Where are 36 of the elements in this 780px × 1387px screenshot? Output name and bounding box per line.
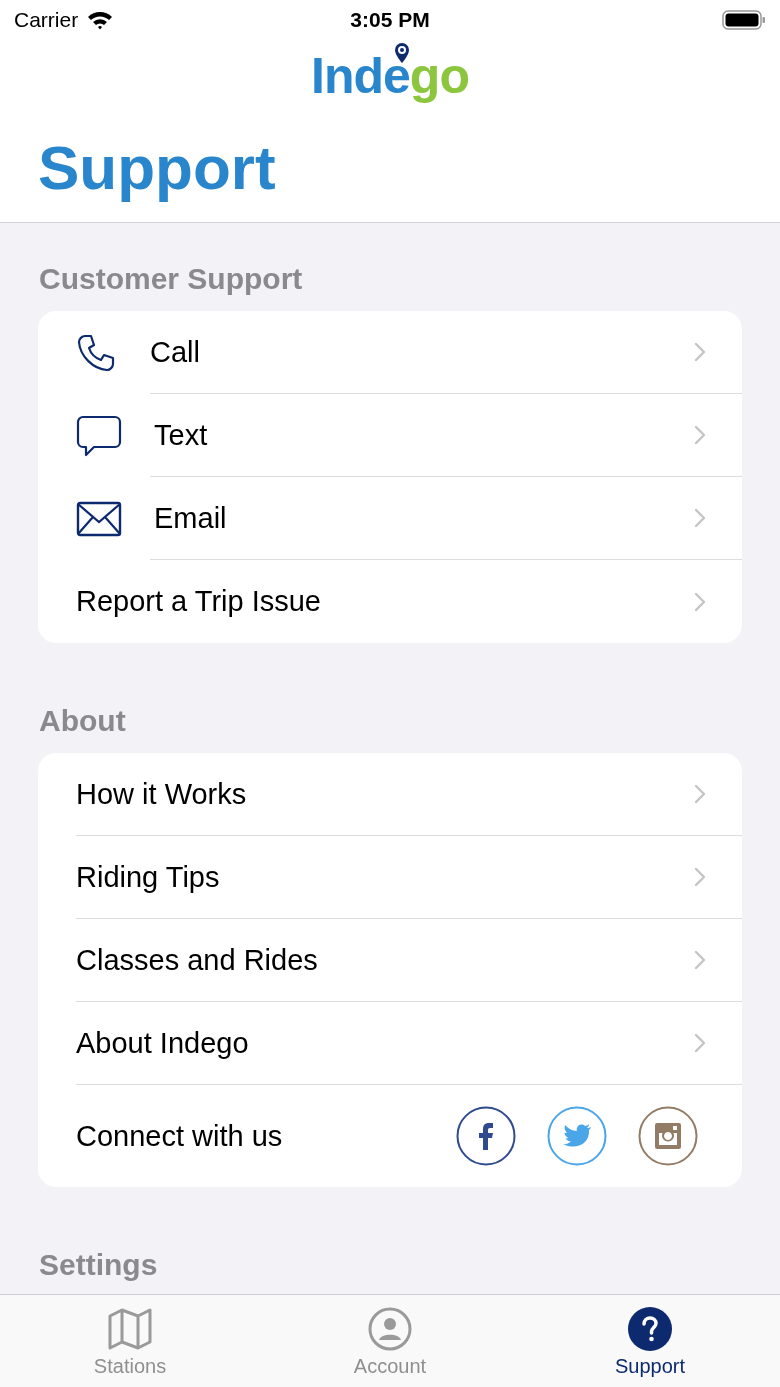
clock-time: 3:05 PM (350, 8, 430, 32)
carrier-label: Carrier (14, 8, 79, 32)
menu-item-label[interactable]: How it Works (76, 777, 247, 811)
chevron-icon (694, 342, 706, 362)
chevron-icon (694, 784, 706, 804)
chevron-icon (694, 1033, 706, 1053)
chevron-icon (694, 867, 706, 887)
menu-item-label[interactable]: Classes and Rides (76, 943, 318, 977)
camera-icon[interactable] (638, 1106, 698, 1166)
chevron-icon (694, 591, 706, 612)
map-icon (107, 1307, 153, 1351)
wifi-icon (86, 10, 115, 30)
menu-item-label[interactable]: About Indego (76, 1026, 249, 1060)
menu-item-label[interactable]: Call (150, 335, 200, 369)
menu-item-label[interactable]: Report a Trip Issue (76, 585, 321, 618)
bird-icon[interactable] (547, 1106, 607, 1166)
chat-bubble-icon (76, 414, 122, 457)
tab-bar-item[interactable]: Support (520, 1295, 780, 1387)
menu-item-label[interactable]: Connect with us (76, 1119, 283, 1153)
menu-item-label[interactable]: Riding Tips (76, 860, 220, 894)
app-logo: Indego (311, 46, 469, 106)
section-header: Customer Support (38, 261, 304, 297)
chevron-icon (694, 508, 706, 528)
chevron-icon (694, 425, 706, 445)
battery-icon (722, 10, 766, 30)
menu-item-label[interactable]: Email (154, 501, 227, 535)
help-icon (628, 1307, 672, 1351)
section-header: About (38, 703, 127, 739)
account-icon (368, 1307, 412, 1351)
facebook-icon[interactable] (456, 1106, 516, 1166)
phone-icon (76, 332, 116, 373)
menu-item-label[interactable]: Text (154, 418, 208, 452)
page-title: Support (38, 132, 277, 204)
section-header: Settings (38, 1247, 159, 1283)
envelope-icon (76, 500, 122, 537)
chevron-icon (694, 950, 706, 970)
